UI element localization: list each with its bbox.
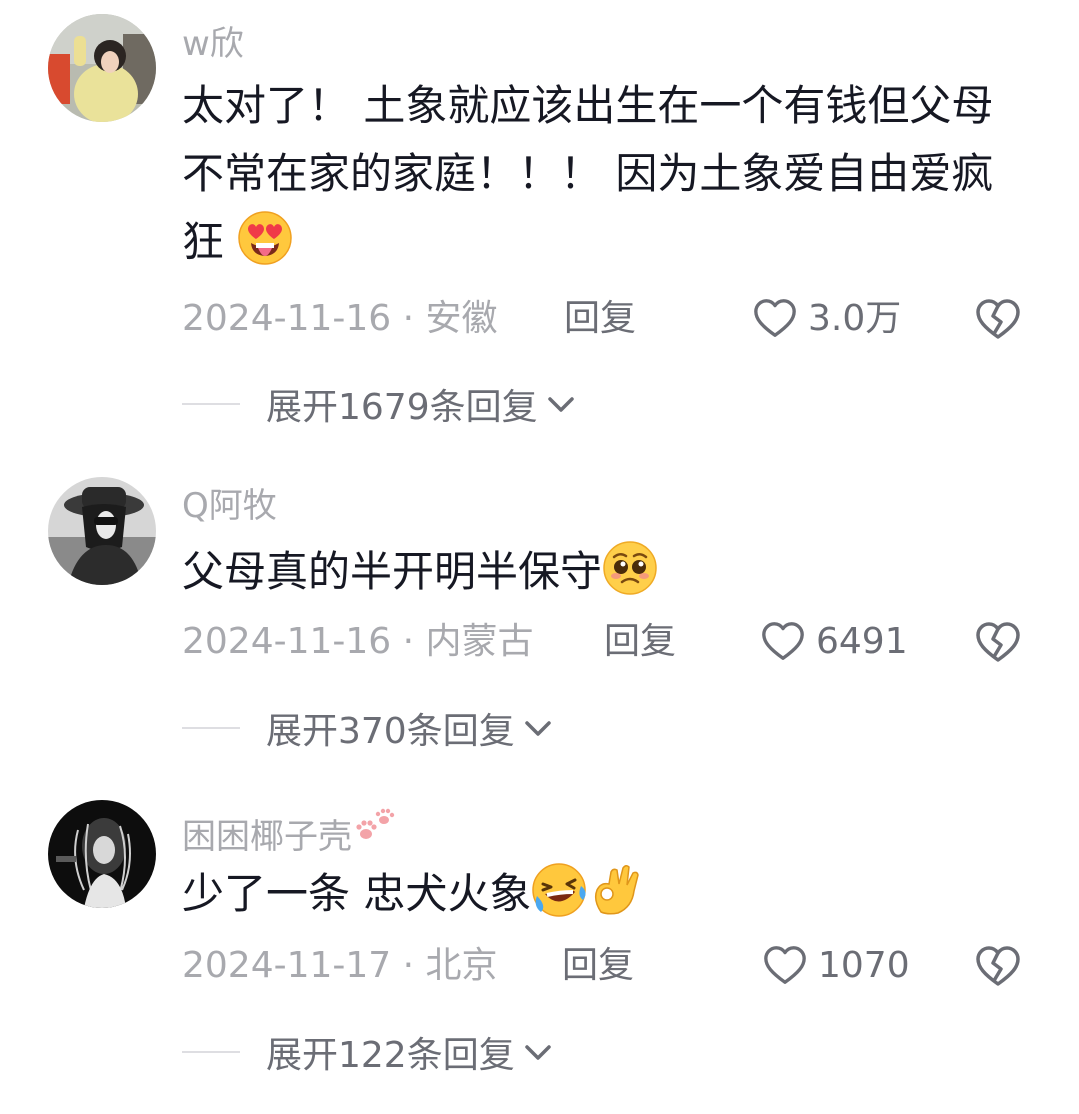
- heart-outline-icon: [764, 946, 806, 984]
- avatar[interactable]: [48, 800, 156, 908]
- reply-button[interactable]: 回复: [604, 617, 676, 667]
- chevron-down-icon: [547, 397, 574, 412]
- like-count: 3.0万: [808, 298, 902, 339]
- broken-heart-icon[interactable]: [974, 619, 1022, 667]
- comment-text-content: 少了一条 忠犬火象: [182, 869, 532, 918]
- expand-replies-button[interactable]: 展开122条回复: [182, 1030, 555, 1076]
- heart-eyes-tongue-emoji: [238, 211, 293, 265]
- chevron-down-icon: [524, 1045, 551, 1060]
- broken-heart-icon[interactable]: [974, 943, 1022, 991]
- comment-text: 父母真的半开明半保守: [182, 538, 1022, 606]
- divider: [182, 403, 240, 405]
- date-location: 2024-11-17 · 北京: [182, 945, 498, 986]
- comment-meta: 2024-11-16 · 内蒙古 回复 6491: [182, 617, 1079, 667]
- expand-replies-button[interactable]: 展开370条回复: [182, 706, 555, 752]
- like-count: 1070: [818, 945, 910, 986]
- username-text: 困困椰子壳: [182, 817, 352, 857]
- chevron-down-icon: [524, 721, 551, 736]
- username[interactable]: w欣: [182, 24, 244, 64]
- reply-button[interactable]: 回复: [564, 294, 636, 344]
- heart-outline-icon: [762, 622, 804, 660]
- comment-text: 太对了！ 土象就应该出生在一个有钱但父母不常在家的家庭！！！ 因为土象爱自由爱疯…: [182, 72, 1022, 276]
- username[interactable]: 困困椰子壳: [182, 808, 396, 857]
- pleading-face-emoji: [603, 541, 657, 595]
- comment-text: 少了一条 忠犬火象: [182, 860, 1022, 928]
- broken-heart-icon[interactable]: [974, 296, 1022, 344]
- like-button[interactable]: 1070: [762, 941, 910, 991]
- ok-hand-emoji: [595, 864, 640, 915]
- expand-replies-button[interactable]: 展开1679条回复: [182, 382, 578, 428]
- heart-outline-icon: [754, 299, 796, 337]
- username[interactable]: Q阿牧: [182, 486, 277, 526]
- expand-replies-label: 展开370条回复: [266, 711, 515, 752]
- rolling-laughing-emoji: [532, 863, 587, 917]
- expand-replies-label: 展开122条回复: [266, 1035, 515, 1076]
- expand-replies-label: 展开1679条回复: [266, 387, 538, 428]
- comment-meta: 2024-11-16 · 安徽 回复 3.0万: [182, 294, 1079, 344]
- like-button[interactable]: 6491: [760, 617, 908, 667]
- avatar[interactable]: [48, 14, 156, 122]
- like-count: 6491: [816, 621, 908, 662]
- paw-prints-emoji: [356, 808, 395, 839]
- divider: [182, 727, 240, 729]
- divider: [182, 1051, 240, 1053]
- comment-text-content: 父母真的半开明半保守: [182, 547, 603, 596]
- date-location: 2024-11-16 · 内蒙古: [182, 621, 534, 662]
- avatar[interactable]: [48, 477, 156, 585]
- reply-button[interactable]: 回复: [562, 941, 634, 991]
- like-button[interactable]: 3.0万: [752, 294, 901, 344]
- date-location: 2024-11-16 · 安徽: [182, 298, 498, 339]
- comment-meta: 2024-11-17 · 北京 回复 1070: [182, 941, 1079, 991]
- comment-text-content: 太对了！ 土象就应该出生在一个有钱但父母不常在家的家庭！！！ 因为土象爱自由爱疯…: [182, 81, 994, 266]
